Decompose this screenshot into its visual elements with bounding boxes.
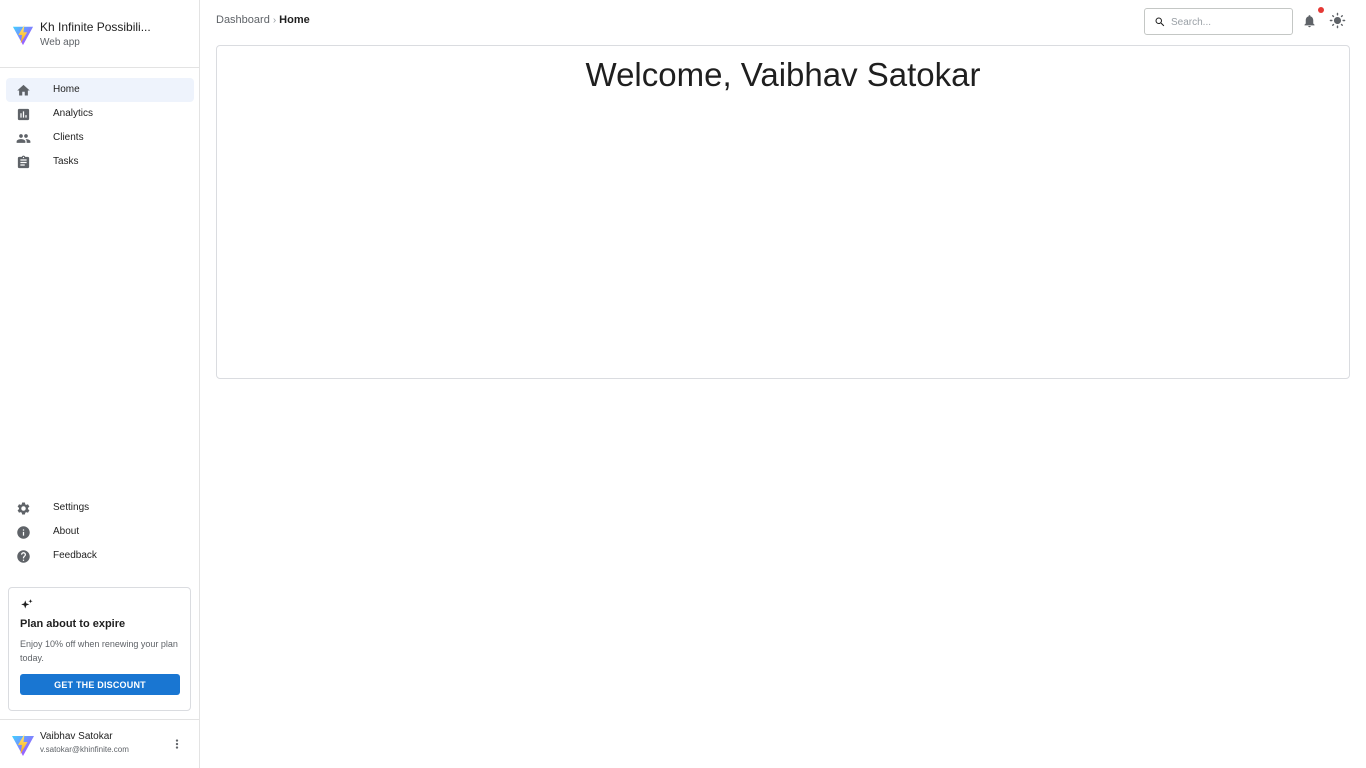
help-icon: [17, 550, 30, 563]
notification-badge: [1318, 7, 1324, 13]
sidebar-item-tasks[interactable]: Tasks: [6, 150, 194, 174]
app-root: Kh Infinite Possibili... Web app Home An…: [0, 0, 1366, 768]
user-name: Vaibhav Satokar: [40, 731, 113, 742]
sidebar: Kh Infinite Possibili... Web app Home An…: [0, 0, 200, 768]
breadcrumb: Dashboard › Home: [216, 14, 310, 26]
brand-header[interactable]: Kh Infinite Possibili... Web app: [0, 0, 199, 68]
sidebar-item-analytics[interactable]: Analytics: [6, 102, 194, 126]
sidebar-item-about[interactable]: About: [6, 520, 194, 544]
v-logo-icon: [12, 24, 34, 46]
sun-theme-toggle-icon[interactable]: [1329, 12, 1346, 29]
promo-title: Plan about to expire: [20, 618, 126, 630]
main-content-card: Welcome, Vaibhav Satokar: [216, 45, 1350, 379]
info-icon: [17, 526, 30, 539]
sidebar-item-label: Clients: [53, 132, 84, 143]
home-icon: [17, 84, 30, 96]
gear-icon: [17, 502, 30, 515]
sidebar-item-settings[interactable]: Settings: [6, 496, 194, 520]
sidebar-item-label: Settings: [53, 502, 90, 513]
more-vertical-icon[interactable]: [170, 736, 184, 752]
bar-chart-icon: [17, 108, 30, 121]
main-nav: Home Analytics Clients Tasks: [6, 78, 194, 174]
breadcrumb-dashboard-link[interactable]: Dashboard: [216, 14, 270, 26]
sidebar-item-label: Analytics: [53, 108, 94, 119]
plan-expiry-card: Plan about to expire Enjoy 10% off when …: [8, 587, 191, 711]
user-email: v.satokar@khinfinite.com: [40, 745, 129, 754]
people-icon: [16, 134, 31, 143]
sparkles-icon: [21, 599, 33, 609]
avatar: [12, 734, 34, 756]
search-icon: [1155, 17, 1165, 27]
clipboard-icon: [17, 155, 30, 169]
sidebar-item-label: Tasks: [53, 156, 79, 167]
get-discount-button[interactable]: GET THE DISCOUNT: [20, 674, 180, 695]
sidebar-item-home[interactable]: Home: [6, 78, 194, 102]
notifications-bell-icon[interactable]: [1302, 13, 1317, 29]
sidebar-item-label: About: [53, 526, 80, 537]
sidebar-item-feedback[interactable]: Feedback: [6, 544, 194, 568]
brand-subtitle: Web app: [40, 37, 80, 48]
search-box: [1144, 8, 1293, 35]
promo-text: Enjoy 10% off when renewing your plan to…: [20, 639, 178, 663]
brand-title: Kh Infinite Possibili...: [40, 20, 151, 34]
secondary-nav: Settings About Feedback: [6, 496, 194, 568]
user-profile: Vaibhav Satokar v.satokar@khinfinite.com: [0, 719, 199, 768]
search-input[interactable]: [1171, 13, 1286, 31]
breadcrumb-current: Home: [279, 14, 310, 26]
sidebar-item-label: Home: [53, 84, 80, 95]
page-title: Welcome, Vaibhav Satokar: [585, 56, 981, 93]
sidebar-item-clients[interactable]: Clients: [6, 126, 194, 150]
sidebar-item-label: Feedback: [53, 550, 97, 561]
breadcrumb-separator: ›: [272, 15, 277, 26]
